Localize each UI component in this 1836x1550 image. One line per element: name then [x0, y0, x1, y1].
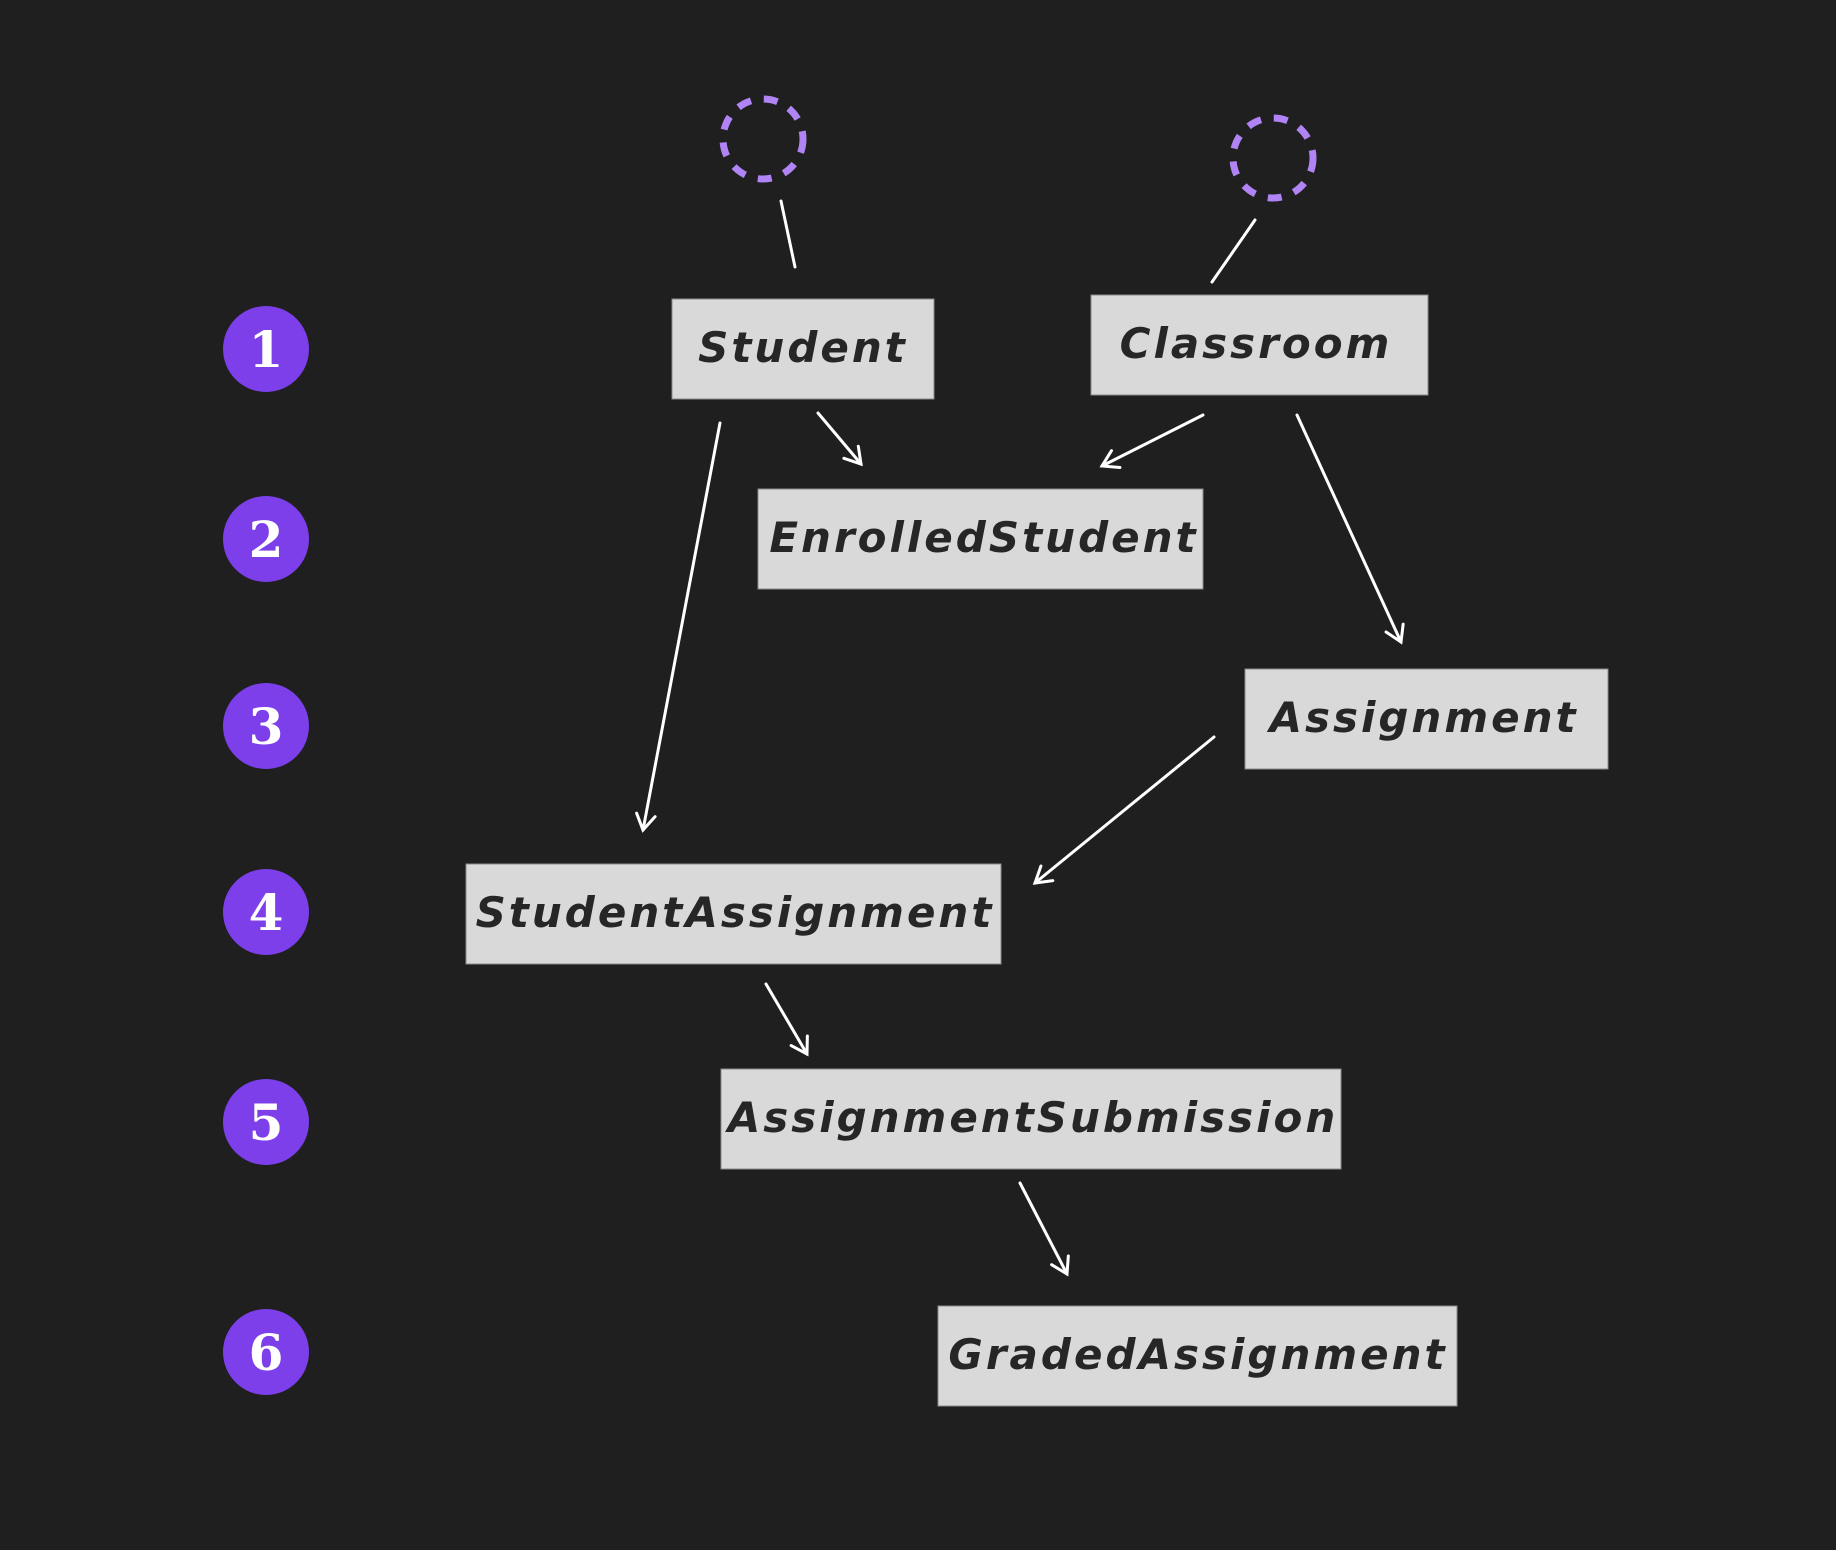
node-label: GradedAssignment	[948, 1330, 1447, 1379]
edge-start-classroom	[1210, 218, 1257, 284]
step-badge-1: 1	[223, 306, 309, 392]
node-label: Classroom	[1120, 319, 1393, 368]
node-student-assignment: StudentAssignment	[465, 863, 1002, 965]
step-number: 2	[249, 510, 284, 569]
edge-student-assignment-assignment-submission	[764, 982, 809, 1057]
edge-student-enrolled-student	[816, 411, 863, 467]
node-assignment: Assignment	[1244, 668, 1609, 770]
step-badge-2: 2	[223, 496, 309, 582]
node-student: Student	[671, 298, 935, 400]
dependency-diagram: 1 2 3 4 5 6 Student Classroom EnrolledSt…	[223, 95, 1609, 1407]
step-number: 1	[249, 320, 284, 379]
start-marker-classroom	[1229, 114, 1317, 202]
edge-classroom-enrolled-student	[1099, 413, 1205, 469]
node-label: StudentAssignment	[476, 888, 995, 937]
node-enrolled-student: EnrolledStudent	[757, 488, 1204, 590]
step-number: 4	[249, 883, 284, 942]
node-label: AssignmentSubmission	[725, 1093, 1339, 1142]
node-label: Assignment	[1266, 693, 1578, 742]
step-number: 3	[249, 697, 284, 756]
node-label: EnrolledStudent	[769, 513, 1198, 562]
step-number: 5	[249, 1093, 284, 1152]
edge-start-student	[779, 199, 797, 269]
edge-student-student-assignment	[635, 421, 722, 833]
node-classroom: Classroom	[1090, 294, 1429, 396]
step-badge-4: 4	[223, 869, 309, 955]
step-badge-3: 3	[223, 683, 309, 769]
step-badge-6: 6	[223, 1309, 309, 1395]
node-assignment-submission: AssignmentSubmission	[720, 1068, 1342, 1170]
step-badge-5: 5	[223, 1079, 309, 1165]
node-graded-assignment: GradedAssignment	[937, 1305, 1458, 1407]
edge-assignment-student-assignment	[1032, 735, 1216, 885]
start-marker-student	[719, 95, 807, 183]
edge-classroom-assignment	[1295, 413, 1405, 645]
node-label: Student	[698, 323, 908, 372]
edge-assignment-submission-graded-assignment	[1018, 1181, 1070, 1277]
step-number: 6	[249, 1323, 284, 1382]
